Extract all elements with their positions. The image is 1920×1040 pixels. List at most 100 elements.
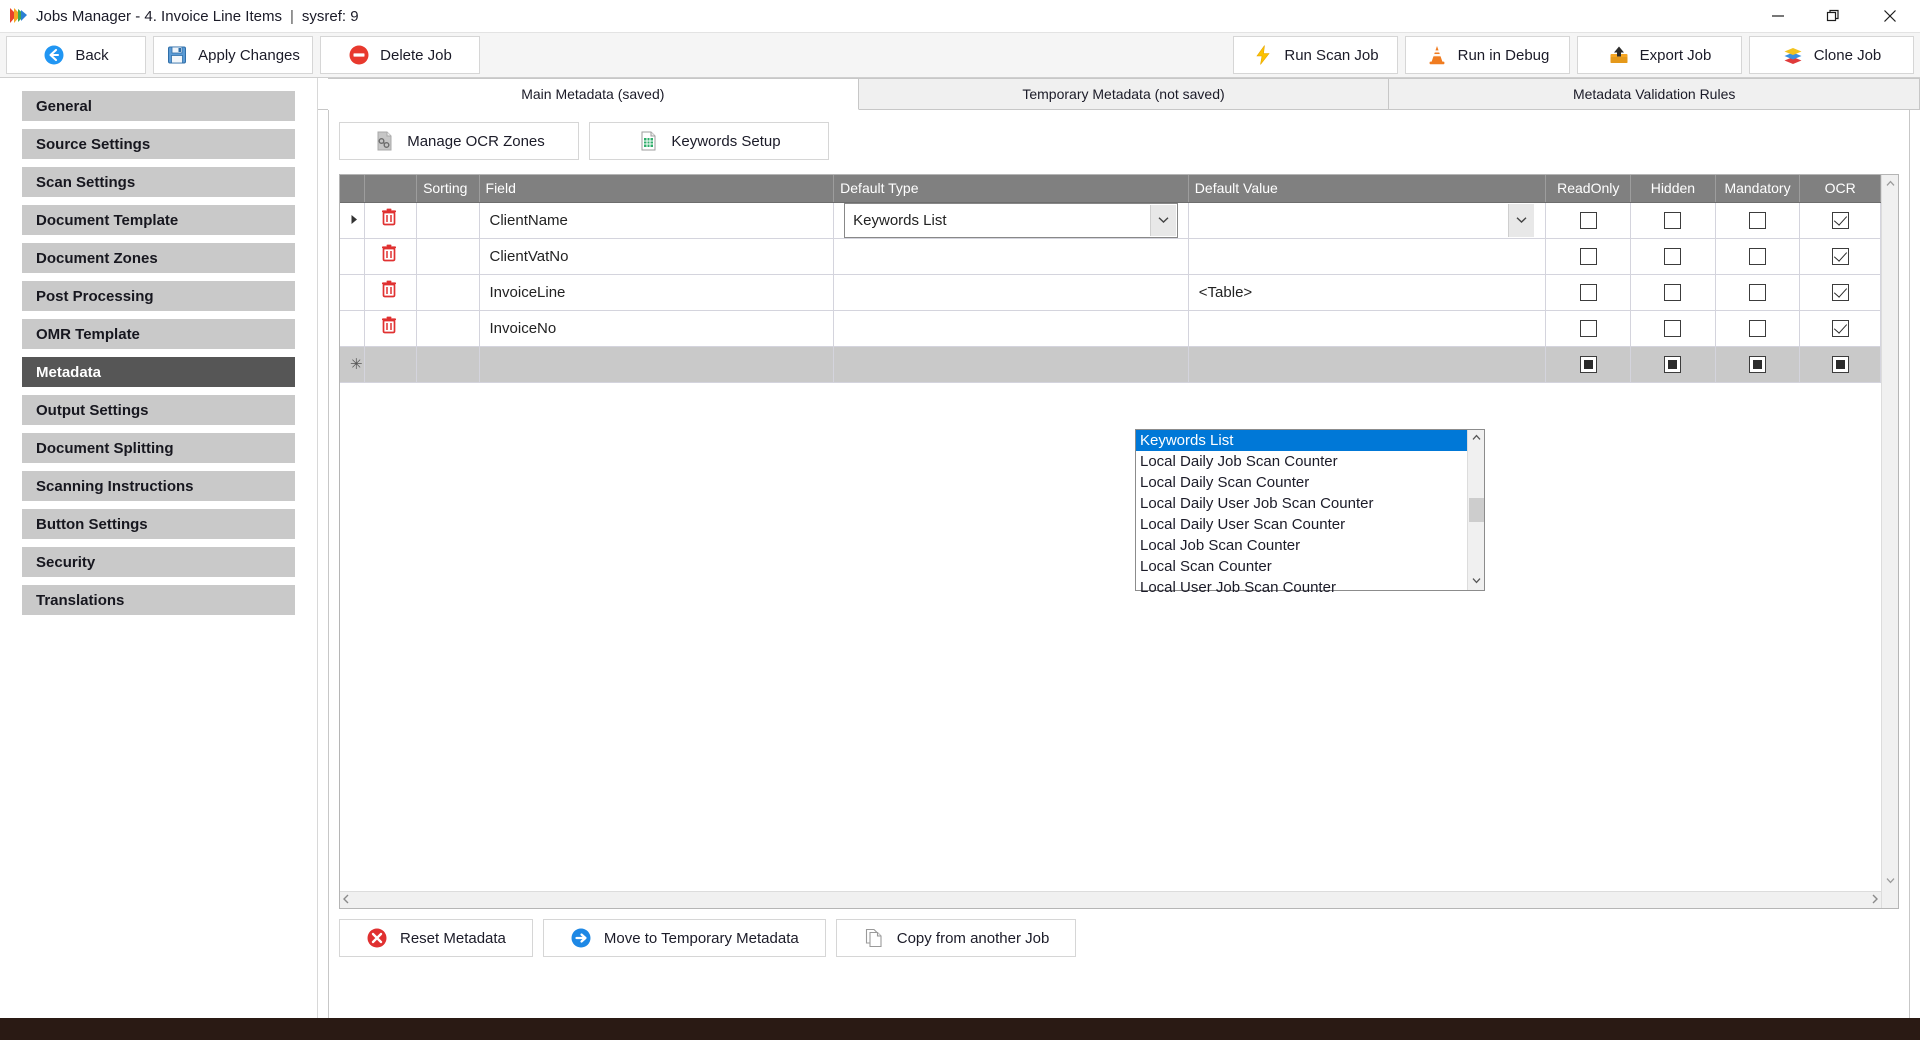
mandatory-checkbox[interactable] [1749, 356, 1766, 373]
mandatory-checkbox[interactable] [1749, 248, 1766, 265]
run-scan-job-button[interactable]: Run Scan Job [1233, 36, 1398, 74]
cell-readonly[interactable] [1546, 274, 1631, 310]
col-default-value[interactable]: Default Value [1188, 175, 1546, 202]
hidden-checkbox[interactable] [1664, 212, 1681, 229]
default-type-combo[interactable]: Keywords List [844, 203, 1178, 238]
hidden-checkbox[interactable] [1664, 284, 1681, 301]
scroll-left-icon[interactable] [342, 894, 350, 907]
cell-readonly[interactable] [1546, 238, 1631, 274]
cell-default-type[interactable] [834, 238, 1189, 274]
tab-temporary-metadata[interactable]: Temporary Metadata (not saved) [859, 78, 1390, 110]
move-to-temporary-metadata-button[interactable]: Move to Temporary Metadata [543, 919, 826, 957]
cell-field[interactable]: ClientVatNo [479, 238, 834, 274]
chevron-up-icon[interactable] [1472, 430, 1481, 447]
delete-row-button[interactable] [364, 202, 416, 238]
sidebar-item-scanning-instructions[interactable]: Scanning Instructions [22, 471, 295, 501]
sidebar-item-general[interactable]: General [22, 91, 295, 121]
col-hidden[interactable]: Hidden [1631, 175, 1716, 202]
col-field[interactable]: Field [479, 175, 834, 202]
scroll-right-icon[interactable] [1871, 894, 1879, 907]
cell-default-value[interactable] [1188, 238, 1546, 274]
cell-field[interactable]: InvoiceNo [479, 310, 834, 346]
apply-changes-button[interactable]: Apply Changes [153, 36, 313, 74]
row-selector[interactable] [340, 202, 364, 238]
new-row-field[interactable] [479, 346, 834, 382]
cell-default-type[interactable] [834, 274, 1189, 310]
cell-sorting[interactable] [417, 274, 479, 310]
col-ocr[interactable]: OCR [1800, 175, 1881, 202]
export-job-button[interactable]: Export Job [1577, 36, 1742, 74]
cell-sorting[interactable] [417, 310, 479, 346]
cell-mandatory[interactable] [1715, 274, 1800, 310]
sidebar-item-post-processing[interactable]: Post Processing [22, 281, 295, 311]
mandatory-checkbox[interactable] [1749, 284, 1766, 301]
row-selector[interactable] [340, 274, 364, 310]
cell-hidden[interactable] [1631, 202, 1716, 238]
cell-ocr[interactable] [1800, 202, 1881, 238]
dropdown-scrollbar[interactable] [1467, 430, 1484, 590]
new-row-default-value[interactable] [1188, 346, 1546, 382]
tab-main-metadata[interactable]: Main Metadata (saved) [328, 78, 859, 110]
hidden-checkbox[interactable] [1664, 248, 1681, 265]
close-icon[interactable] [1860, 0, 1920, 32]
dropdown-option[interactable]: Local Daily Scan Counter [1136, 472, 1467, 493]
keywords-setup-button[interactable]: Keywords Setup [589, 122, 829, 160]
new-row-default-type[interactable] [834, 346, 1189, 382]
readonly-checkbox[interactable] [1580, 248, 1597, 265]
dropdown-option[interactable]: Keywords List [1136, 430, 1467, 451]
reset-metadata-button[interactable]: Reset Metadata [339, 919, 533, 957]
row-selector[interactable] [340, 310, 364, 346]
new-row-sorting[interactable] [417, 346, 479, 382]
cell-default-type[interactable] [834, 310, 1189, 346]
ocr-checkbox[interactable] [1832, 212, 1849, 229]
ocr-checkbox[interactable] [1832, 320, 1849, 337]
dropdown-option[interactable]: Local Scan Counter [1136, 556, 1467, 577]
row-selector[interactable] [340, 238, 364, 274]
delete-row-button[interactable] [364, 238, 416, 274]
readonly-checkbox[interactable] [1580, 284, 1597, 301]
mandatory-checkbox[interactable] [1749, 320, 1766, 337]
cell-mandatory[interactable] [1715, 238, 1800, 274]
manage-ocr-zones-button[interactable]: Manage OCR Zones [339, 122, 579, 160]
chevron-down-icon[interactable] [1508, 204, 1534, 237]
dropdown-scroll-thumb[interactable] [1469, 498, 1484, 522]
dropdown-option[interactable]: Local Daily User Scan Counter [1136, 514, 1467, 535]
table-row[interactable]: InvoiceLine <Table> [340, 274, 1881, 310]
hidden-checkbox[interactable] [1664, 320, 1681, 337]
scroll-up-icon[interactable] [1886, 175, 1895, 193]
back-button[interactable]: Back [6, 36, 146, 74]
cell-readonly[interactable] [1546, 310, 1631, 346]
cell-default-value[interactable] [1188, 202, 1546, 238]
dropdown-option[interactable]: Local Daily User Job Scan Counter [1136, 493, 1467, 514]
tab-metadata-validation-rules[interactable]: Metadata Validation Rules [1389, 78, 1920, 110]
col-mandatory[interactable]: Mandatory [1715, 175, 1800, 202]
cell-ocr[interactable] [1800, 238, 1881, 274]
sidebar-item-omr-template[interactable]: OMR Template [22, 319, 295, 349]
readonly-checkbox[interactable] [1580, 356, 1597, 373]
default-type-dropdown-popup[interactable]: Keywords List Local Daily Job Scan Count… [1135, 429, 1485, 591]
clone-job-button[interactable]: Clone Job [1749, 36, 1914, 74]
ocr-checkbox[interactable] [1832, 248, 1849, 265]
mandatory-checkbox[interactable] [1749, 212, 1766, 229]
table-new-row[interactable]: ✳ [340, 346, 1881, 382]
cell-mandatory[interactable] [1715, 202, 1800, 238]
cell-readonly[interactable] [1546, 202, 1631, 238]
grid-horizontal-scrollbar[interactable] [340, 891, 1881, 908]
delete-job-button[interactable]: Delete Job [320, 36, 480, 74]
cell-ocr[interactable] [1800, 274, 1881, 310]
cell-hidden[interactable] [1631, 274, 1716, 310]
cell-hidden[interactable] [1631, 238, 1716, 274]
cell-hidden[interactable] [1631, 310, 1716, 346]
scroll-down-icon[interactable] [1886, 872, 1895, 890]
delete-row-button[interactable] [364, 310, 416, 346]
ocr-checkbox[interactable] [1832, 284, 1849, 301]
cell-mandatory[interactable] [1715, 310, 1800, 346]
minimize-icon[interactable] [1750, 0, 1805, 32]
default-value-combo[interactable] [1199, 203, 1536, 238]
ocr-checkbox[interactable] [1832, 356, 1849, 373]
sidebar-item-document-template[interactable]: Document Template [22, 205, 295, 235]
dropdown-option[interactable]: Local Daily Job Scan Counter [1136, 451, 1467, 472]
cell-sorting[interactable] [417, 202, 479, 238]
chevron-down-icon[interactable] [1150, 205, 1176, 236]
new-row-mandatory[interactable] [1715, 346, 1800, 382]
